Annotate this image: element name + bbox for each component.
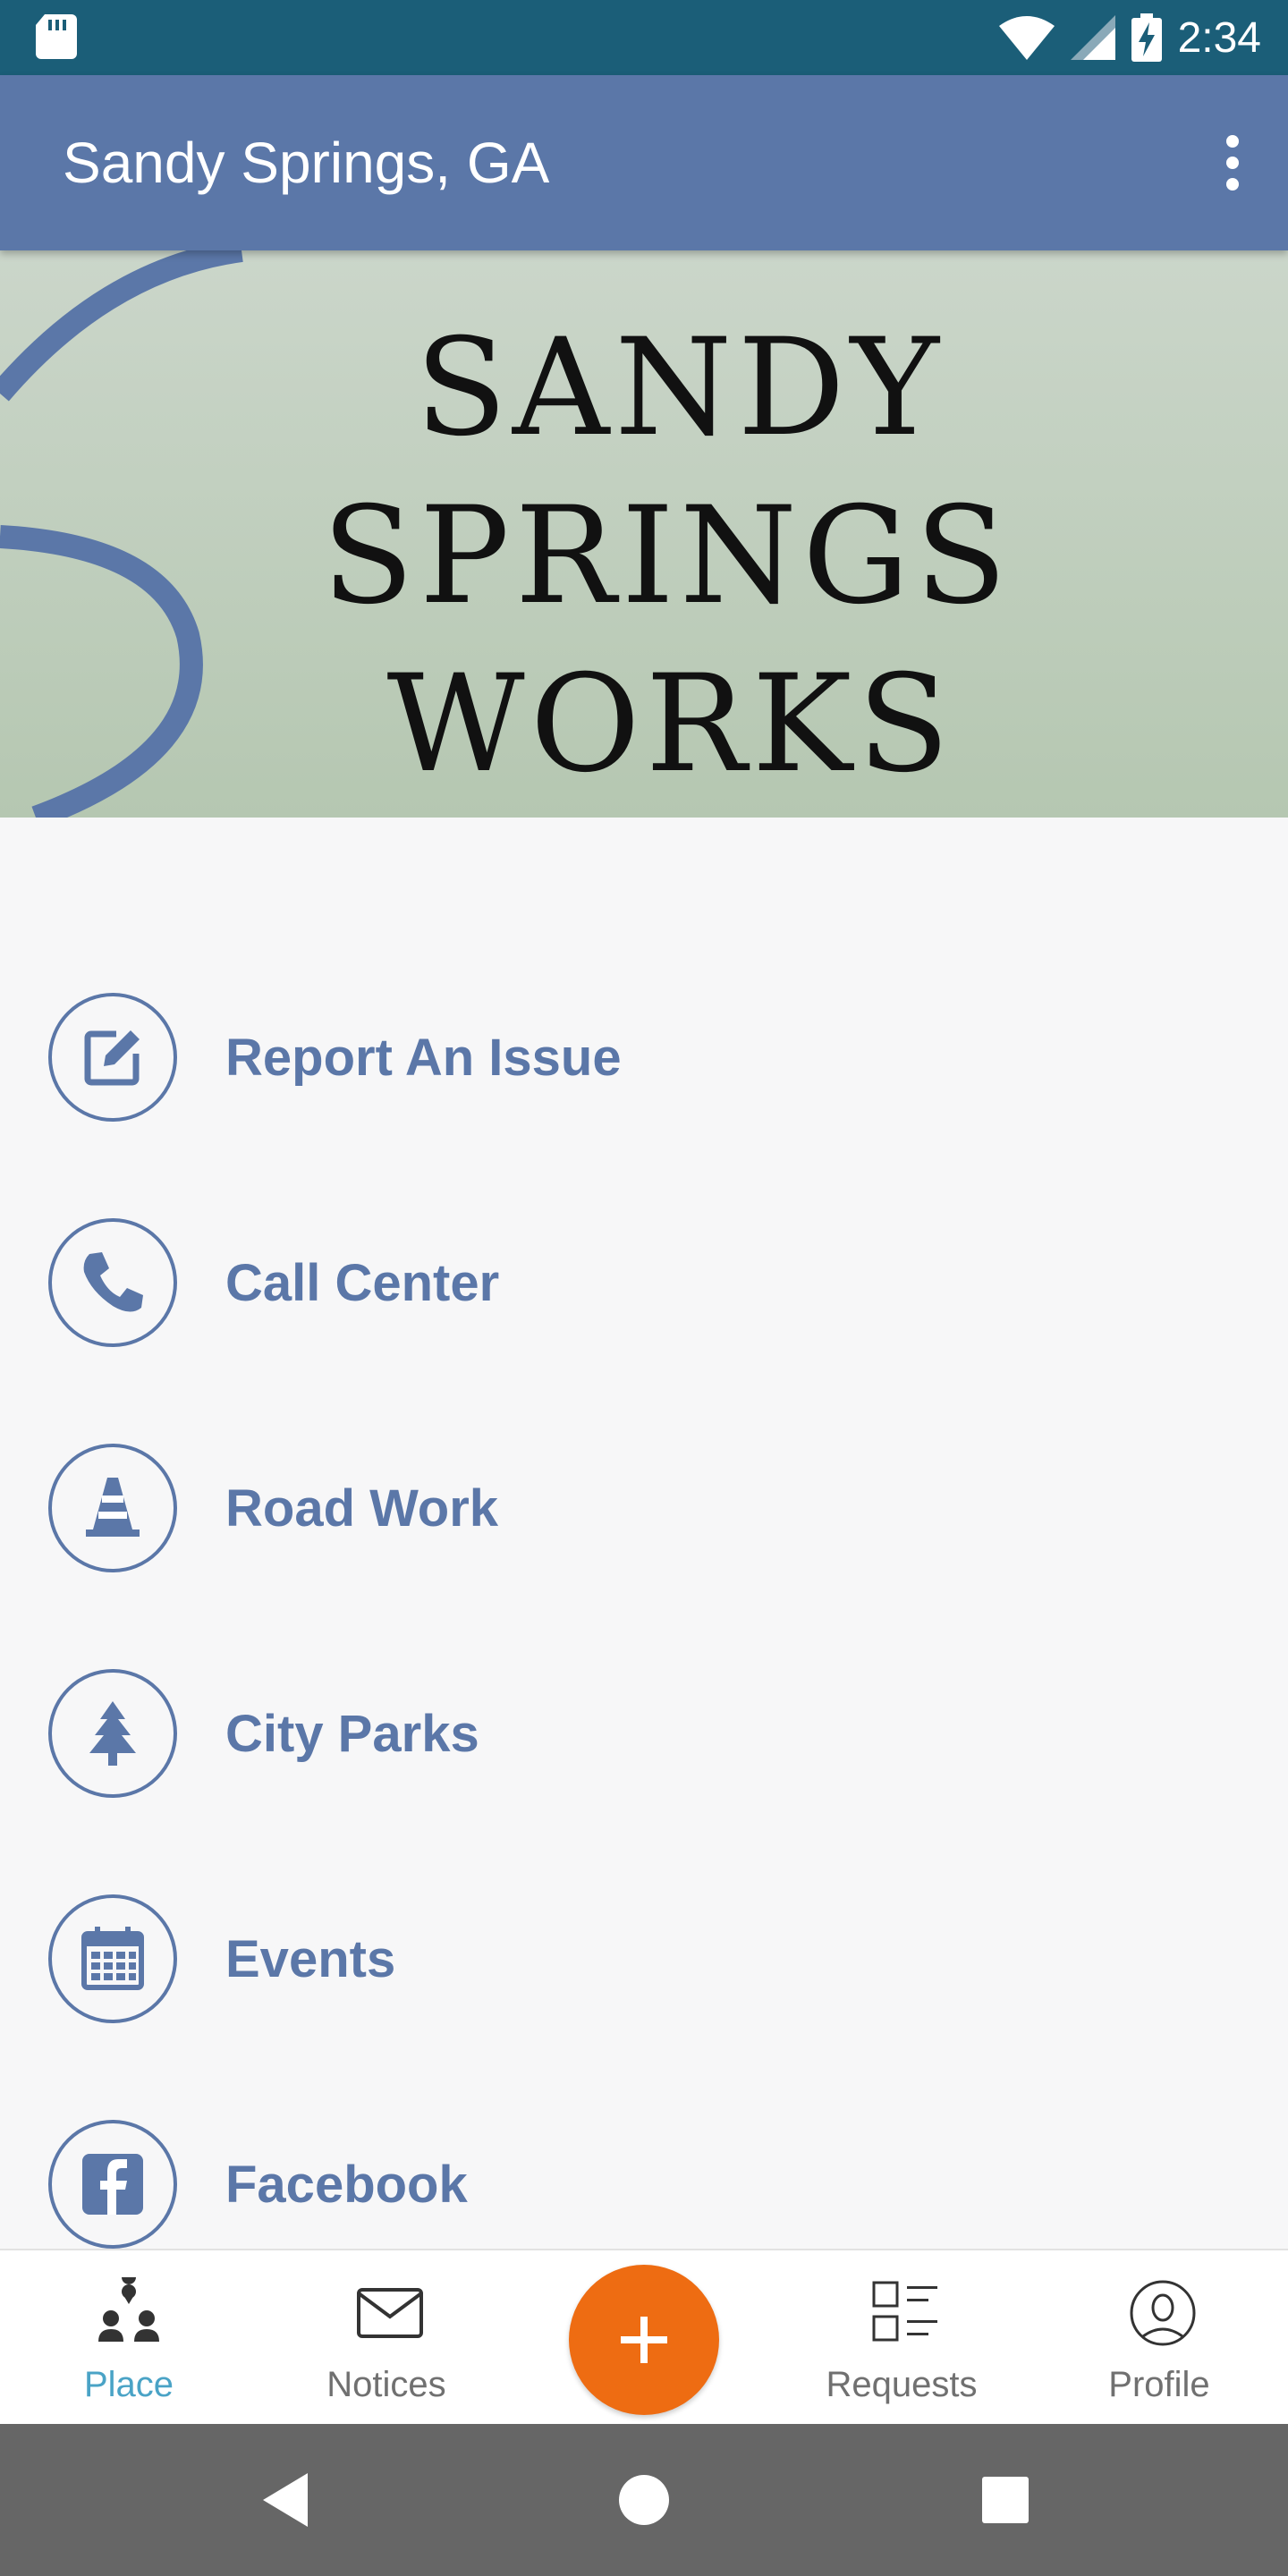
menu-item-label: Road Work xyxy=(225,1479,499,1538)
banner-line: WORKS xyxy=(386,647,955,802)
menu-item-facebook[interactable]: Facebook xyxy=(0,2095,1288,2274)
envelope-icon xyxy=(357,2288,423,2338)
checklist-icon xyxy=(872,2281,937,2342)
edit-icon xyxy=(48,993,177,1122)
menu-item-events[interactable]: Events xyxy=(0,1869,1288,2048)
sandy-springs-works-banner: SANDY SPRINGS WORKS xyxy=(0,250,1288,818)
traffic-cone-icon xyxy=(48,1444,177,1572)
cell-signal-icon xyxy=(1070,15,1115,60)
banner-logo-text: SANDY SPRINGS WORKS xyxy=(322,304,1013,809)
app-bar: Sandy Springs, GA xyxy=(0,75,1288,250)
bottom-navigation: Place Notices Requests Profile xyxy=(0,2249,1288,2424)
clock: 2:34 xyxy=(1177,13,1261,62)
people-pin-icon xyxy=(98,2277,159,2342)
wifi-icon xyxy=(998,16,1055,60)
menu-item-label: City Parks xyxy=(225,1704,479,1763)
home-circle-icon xyxy=(619,2475,669,2525)
banner-line: SPRINGS xyxy=(322,479,1013,634)
tab-place[interactable]: Place xyxy=(0,2250,258,2426)
status-bar: 2:34 xyxy=(0,0,1288,75)
back-button[interactable] xyxy=(250,2424,322,2576)
menu-item-label: Facebook xyxy=(225,2155,468,2214)
menu-item-call-center[interactable]: Call Center xyxy=(0,1193,1288,1372)
more-vert-icon xyxy=(1226,135,1239,148)
tab-label: Requests xyxy=(826,2365,978,2404)
more-vert-icon-dot xyxy=(1226,157,1239,169)
page-title: Sandy Springs, GA xyxy=(63,131,550,195)
plus-icon xyxy=(621,2317,667,2363)
calendar-icon xyxy=(48,1894,177,2023)
recents-square-icon xyxy=(982,2477,1029,2523)
system-navigation-bar xyxy=(0,2424,1288,2576)
menu-item-report-an-issue[interactable]: Report An Issue xyxy=(0,968,1288,1147)
recents-button[interactable] xyxy=(970,2424,1041,2576)
menu-item-road-work[interactable]: Road Work xyxy=(0,1419,1288,1597)
overflow-menu-button[interactable] xyxy=(1213,127,1252,199)
tree-icon xyxy=(48,1669,177,1798)
home-button[interactable] xyxy=(608,2424,680,2576)
battery-charging-icon xyxy=(1131,13,1162,62)
tab-label: Place xyxy=(83,2365,174,2404)
profile-icon xyxy=(1130,2280,1196,2346)
tab-requests[interactable]: Requests xyxy=(773,2250,1030,2426)
tab-notices[interactable]: Notices xyxy=(258,2250,515,2426)
menu-item-label: Call Center xyxy=(225,1253,500,1312)
add-request-button[interactable] xyxy=(569,2265,719,2415)
phone-icon xyxy=(48,1218,177,1347)
sd-card-icon xyxy=(36,14,77,59)
tab-label: Notices xyxy=(326,2365,446,2404)
banner-line: SANDY xyxy=(415,310,945,466)
more-vert-icon-dot xyxy=(1226,178,1239,191)
tab-label: Profile xyxy=(1108,2365,1210,2404)
tab-profile[interactable]: Profile xyxy=(1030,2250,1288,2426)
menu-item-label: Report An Issue xyxy=(225,1028,622,1087)
back-triangle-icon xyxy=(263,2473,308,2527)
menu-item-label: Events xyxy=(225,1929,396,1988)
facebook-icon xyxy=(48,2120,177,2249)
menu-item-city-parks[interactable]: City Parks xyxy=(0,1644,1288,1823)
